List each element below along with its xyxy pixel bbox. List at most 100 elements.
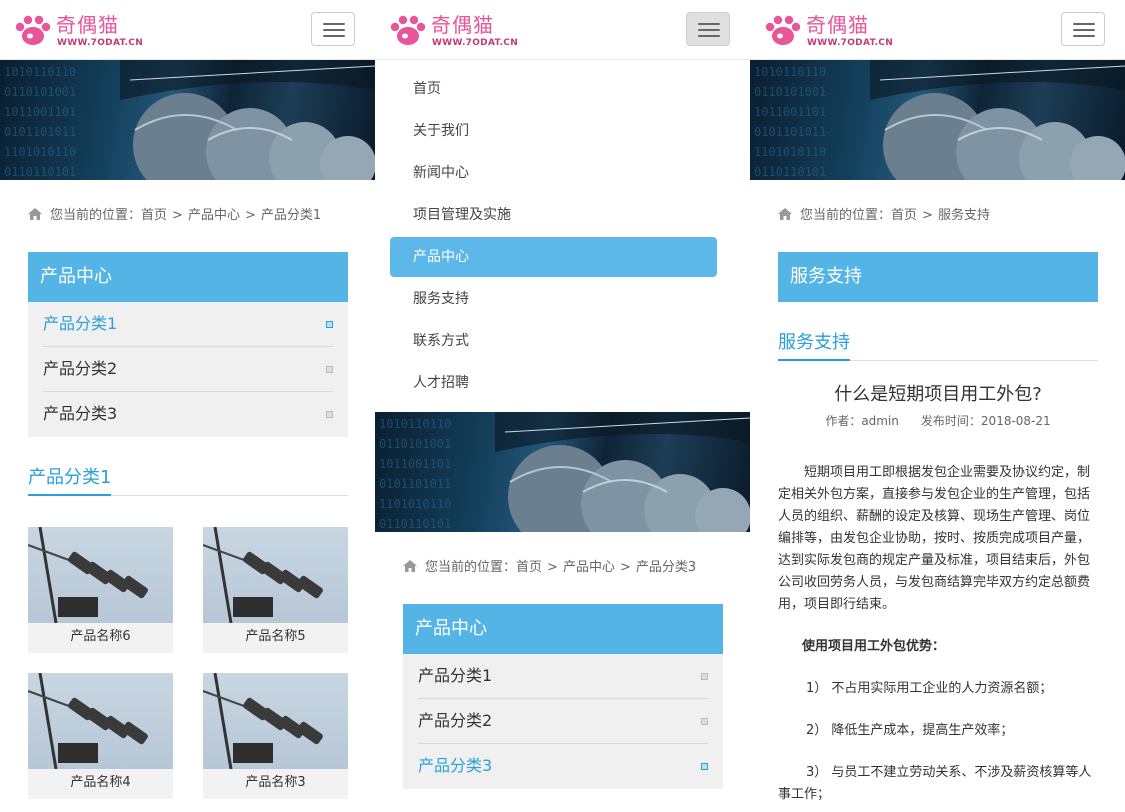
cctv-cameras-image <box>28 527 148 623</box>
site-header: 奇偶猫 WWW.7ODAT.CN <box>0 0 375 60</box>
banner-domes-graphic: 1010110110 0110101001 1011001101 010110101… <box>4 60 375 180</box>
breadcrumb: 您当前的位置：首页 > 服务支持 <box>778 206 990 226</box>
menu-toggle-button[interactable] <box>1061 12 1105 46</box>
category-item-3[interactable]: 产品分类3 <box>418 744 708 789</box>
site-header: 奇偶猫 WWW.7ODAT.CN <box>750 0 1125 60</box>
menu-toggle-button[interactable] <box>311 12 355 46</box>
article-list-item: 2） 降低生产成本，提高生产效率； <box>806 723 1014 738</box>
article-date: 发布时间：2018-08-21 <box>920 414 1051 428</box>
article-paragraph: 短期项目用工即根据发包企业需要及协议约定，制定相关外包方案，直接参与发包企业的生… <box>778 465 1091 612</box>
category-title: 产品中心 <box>28 252 348 302</box>
paw-logo-icon <box>15 15 51 45</box>
brand-url: WWW.7ODAT.CN <box>57 38 144 48</box>
product-thumbnail <box>28 673 173 769</box>
banner-domes-graphic: 1010110110 0110101001 1011001101 010110101… <box>754 60 1125 180</box>
main-nav-menu: 首页 关于我们 新闻中心 项目管理及实施 产品中心 服务支持 联系方式 人才招聘 <box>375 68 750 404</box>
nav-item-contact[interactable]: 联系方式 <box>375 320 750 362</box>
square-bullet-icon <box>326 411 333 418</box>
panel-menu-open-page: 奇偶猫 WWW.7ODAT.CN 首页 关于我们 新闻中心 项目管理及实施 产品… <box>375 0 750 812</box>
category-item-2[interactable]: 产品分类2 <box>43 347 333 392</box>
svg-text:1011001101: 1011001101 <box>754 105 826 119</box>
banner-domes-graphic: 1010110110 0110101001 1011001101 010110101… <box>379 412 750 532</box>
brand-name: 奇偶猫 <box>431 13 494 37</box>
category-sidebar: 产品中心 产品分类1 产品分类2 产品分类3 <box>28 252 348 437</box>
category-item-2[interactable]: 产品分类2 <box>418 699 708 744</box>
hamburger-icon <box>1073 23 1095 25</box>
brand-url: WWW.7ODAT.CN <box>807 38 894 48</box>
nav-item-products[interactable]: 产品中心 <box>390 237 717 277</box>
category-title: 产品中心 <box>403 604 723 654</box>
svg-text:1011001101: 1011001101 <box>379 457 451 471</box>
square-bullet-icon <box>326 321 333 328</box>
home-icon <box>28 208 42 220</box>
section-heading: 产品分类1 <box>28 464 348 496</box>
category-item-3[interactable]: 产品分类3 <box>43 392 333 437</box>
breadcrumb-current[interactable]: 产品分类3 <box>636 560 696 575</box>
category-item-1[interactable]: 产品分类1 <box>43 302 333 347</box>
product-card[interactable]: 产品名称6 <box>28 527 173 653</box>
svg-text:0110110101: 0110110101 <box>4 165 76 179</box>
nav-item-about[interactable]: 关于我们 <box>375 110 750 152</box>
square-bullet-icon <box>701 763 708 770</box>
product-card[interactable]: 产品名称5 <box>203 527 348 653</box>
category-item-1[interactable]: 产品分类1 <box>418 654 708 699</box>
product-thumbnail <box>203 527 348 623</box>
product-card[interactable]: 产品名称4 <box>28 673 173 799</box>
product-name: 产品名称4 <box>70 775 131 790</box>
banner-image: 1010110110 0110101001 1011001101 010110101… <box>0 60 375 180</box>
panel-service-article-page: 奇偶猫 WWW.7ODAT.CN 1010110110 0110101001 101… <box>750 0 1125 812</box>
site-logo[interactable]: 奇偶猫 WWW.7ODAT.CN <box>389 12 518 52</box>
square-bullet-icon <box>701 718 708 725</box>
cctv-cameras-image <box>28 673 148 769</box>
banner-image: 1010110110 0110101001 1011001101 010110101… <box>750 60 1125 180</box>
breadcrumb-link-home[interactable]: 首页 <box>516 560 542 575</box>
site-logo[interactable]: 奇偶猫 WWW.7ODAT.CN <box>14 12 143 52</box>
article-body: 短期项目用工即根据发包企业需要及协议约定，制定相关外包方案，直接参与发包企业的生… <box>778 462 1098 812</box>
breadcrumb-current[interactable]: 服务支持 <box>938 208 990 223</box>
article-title: 什么是短期项目用工外包? <box>834 384 1042 405</box>
svg-text:0110110101: 0110110101 <box>754 165 826 179</box>
svg-text:0110101001: 0110101001 <box>4 85 76 99</box>
square-bullet-icon <box>701 673 708 680</box>
nav-item-news[interactable]: 新闻中心 <box>375 152 750 194</box>
site-logo[interactable]: 奇偶猫 WWW.7ODAT.CN <box>764 12 893 52</box>
brand-name: 奇偶猫 <box>56 13 119 37</box>
category-title: 服务支持 <box>778 252 1098 302</box>
hamburger-icon <box>698 23 720 25</box>
product-name: 产品名称6 <box>70 629 131 644</box>
product-name: 产品名称3 <box>245 775 306 790</box>
product-thumbnail <box>28 527 173 623</box>
svg-text:0101101011: 0101101011 <box>379 477 451 491</box>
brand-url: WWW.7ODAT.CN <box>432 38 519 48</box>
hamburger-icon <box>323 23 345 25</box>
breadcrumb-link-home[interactable]: 首页 <box>141 208 167 223</box>
category-sidebar: 产品中心 产品分类1 产品分类2 产品分类3 <box>403 604 723 789</box>
panel-product-category-page: 奇偶猫 WWW.7ODAT.CN 1010110110 0110101001 101… <box>0 0 375 812</box>
article-author: 作者：admin <box>825 414 899 428</box>
home-icon <box>403 560 417 572</box>
cctv-cameras-image <box>203 673 323 769</box>
product-thumbnail <box>203 673 348 769</box>
svg-text:1011001101: 1011001101 <box>4 105 76 119</box>
paw-logo-icon <box>765 15 801 45</box>
svg-text:0101101011: 0101101011 <box>754 125 826 139</box>
brand-name: 奇偶猫 <box>806 13 869 37</box>
breadcrumb-link-product-center[interactable]: 产品中心 <box>188 208 240 223</box>
nav-item-service[interactable]: 服务支持 <box>375 278 750 320</box>
breadcrumb-link-product-center[interactable]: 产品中心 <box>563 560 615 575</box>
article-list-item: 3） 与员工不建立劳动关系、不涉及薪资核算等人事工作； <box>778 765 1092 802</box>
nav-item-home[interactable]: 首页 <box>375 68 750 110</box>
svg-text:1101010110: 1101010110 <box>754 145 826 159</box>
product-name: 产品名称5 <box>245 629 306 644</box>
breadcrumb-link-home[interactable]: 首页 <box>891 208 917 223</box>
product-card[interactable]: 产品名称3 <box>203 673 348 799</box>
nav-item-projects[interactable]: 项目管理及实施 <box>375 194 750 236</box>
svg-text:1010110110: 1010110110 <box>379 417 451 431</box>
home-icon <box>778 208 792 220</box>
breadcrumb: 您当前的位置：首页 > 产品中心 > 产品分类1 <box>28 206 321 226</box>
svg-text:1010110110: 1010110110 <box>4 65 76 79</box>
breadcrumb-current[interactable]: 产品分类1 <box>261 208 321 223</box>
menu-toggle-button[interactable] <box>686 12 730 46</box>
nav-item-careers[interactable]: 人才招聘 <box>375 362 750 404</box>
banner-image: 1010110110 0110101001 1011001101 010110101… <box>375 412 750 532</box>
